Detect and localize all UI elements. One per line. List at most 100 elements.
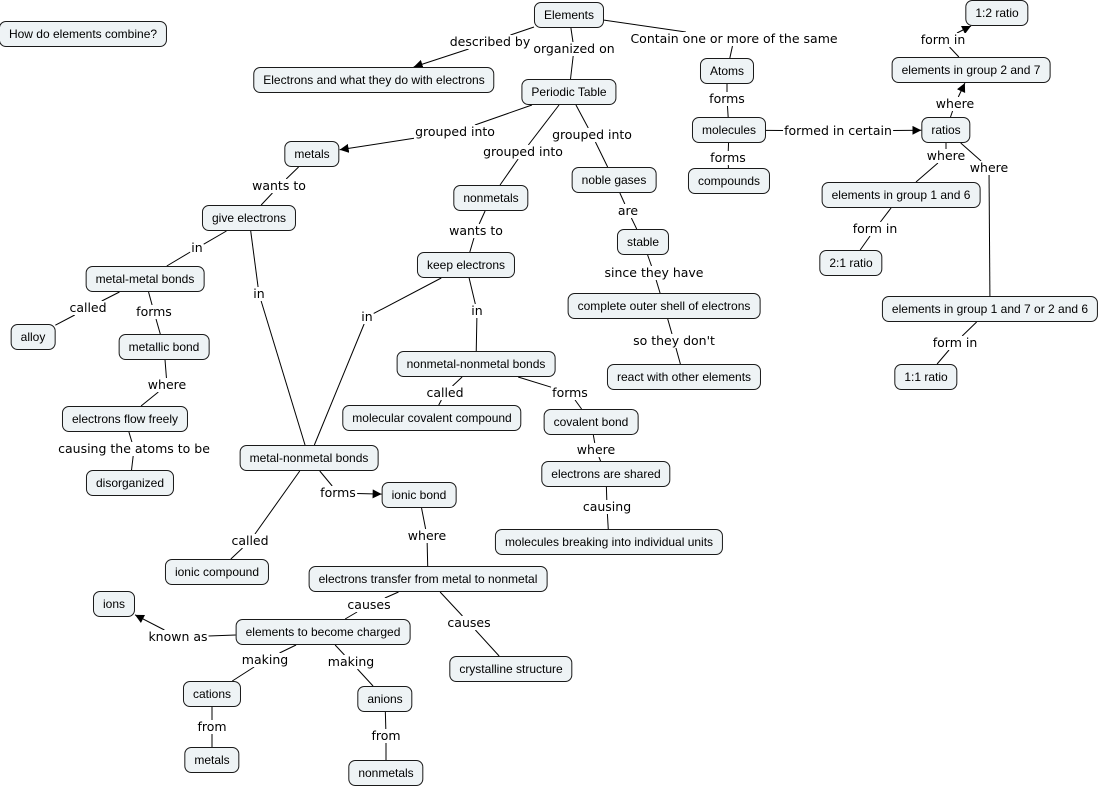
- node-metallic-bond[interactable]: metallic bond: [118, 334, 210, 360]
- link-line: [468, 277, 476, 305]
- link-label: described by: [448, 34, 532, 49]
- node-electrons-flow-freely[interactable]: electrons flow freely: [61, 406, 189, 432]
- node-metal-nonmetal-bonds[interactable]: metal-nonmetal bonds: [239, 445, 379, 471]
- link-label: where: [406, 528, 448, 543]
- link-line: [675, 347, 681, 365]
- node-compounds[interactable]: compounds: [687, 168, 771, 194]
- node-keep-electrons[interactable]: keep electrons: [416, 252, 516, 278]
- link-line: [208, 634, 236, 637]
- node-group-1-and-6[interactable]: elements in group 1 and 6: [821, 182, 981, 208]
- link-label: where: [934, 96, 976, 111]
- node-electrons-description[interactable]: Electrons and what they do with electron…: [253, 67, 495, 93]
- node-ratios[interactable]: ratios: [921, 117, 971, 143]
- node-ratio-2-1[interactable]: 2:1 ratio: [819, 250, 883, 276]
- node-molecules[interactable]: molecules: [691, 117, 767, 143]
- node-molecules-breaking-into-units[interactable]: molecules breaking into individual units: [494, 529, 724, 555]
- node-ratio-1-2[interactable]: 1:2 ratio: [965, 0, 1029, 26]
- link-label: form in: [931, 335, 979, 350]
- link-line: [517, 376, 552, 388]
- link-label: so they don't: [632, 333, 716, 348]
- link-arrow: [413, 48, 469, 69]
- link-line: [655, 279, 661, 294]
- node-ratio-1-1[interactable]: 1:1 ratio: [894, 364, 958, 390]
- link-line: [55, 314, 75, 326]
- node-how-do-elements-combine[interactable]: How do elements combine?: [0, 21, 168, 47]
- link-line: [729, 45, 733, 59]
- node-disorganized[interactable]: disorganized: [85, 470, 175, 496]
- link-label: where: [925, 148, 967, 163]
- node-nonmetals[interactable]: nonmetals: [453, 185, 529, 211]
- link-line: [203, 230, 227, 245]
- node-group-2-and-7[interactable]: elements in group 2 and 7: [891, 57, 1051, 83]
- node-atoms[interactable]: Atoms: [699, 58, 755, 84]
- link-label: causes: [446, 615, 492, 630]
- link-line: [474, 104, 533, 126]
- node-elements[interactable]: Elements: [533, 2, 605, 28]
- node-nonmetal-nonmetal-bonds[interactable]: nonmetal-nonmetal bonds: [396, 351, 556, 377]
- link-line: [421, 507, 427, 530]
- link-label: forms: [551, 385, 589, 400]
- node-complete-outer-shell[interactable]: complete outer shell of electrons: [567, 293, 761, 319]
- link-line: [230, 547, 243, 560]
- link-line: [131, 455, 134, 471]
- link-line: [166, 251, 191, 267]
- link-label: forms: [135, 304, 173, 319]
- link-line: [260, 300, 306, 446]
- node-covalent-bond[interactable]: covalent bond: [543, 409, 639, 435]
- link-label: in: [470, 303, 484, 318]
- node-metals-source[interactable]: metals: [184, 747, 240, 773]
- link-label: forms: [708, 91, 746, 106]
- node-crystalline-structure[interactable]: crystalline structure: [449, 656, 573, 682]
- node-elements-become-charged[interactable]: elements to become charged: [235, 619, 411, 645]
- link-line: [961, 321, 977, 337]
- link-label: grouped into: [551, 127, 633, 142]
- node-electrons-transfer[interactable]: electrons transfer from metal to nonmeta…: [308, 566, 548, 592]
- link-label: from: [196, 719, 228, 734]
- node-cations[interactable]: cations: [182, 681, 242, 707]
- node-noble-gases[interactable]: noble gases: [571, 167, 657, 193]
- link-line: [726, 105, 729, 118]
- link-line: [667, 318, 673, 335]
- link-label: causing: [581, 499, 633, 514]
- link-line: [250, 230, 259, 288]
- node-molecular-covalent-compound[interactable]: molecular covalent compound: [342, 405, 522, 431]
- node-give-electrons[interactable]: give electrons: [201, 205, 297, 231]
- link-label: causes: [346, 597, 392, 612]
- link-label: form in: [919, 32, 967, 47]
- link-line: [630, 217, 638, 230]
- link-label: in: [252, 286, 266, 301]
- node-ions[interactable]: ions: [92, 591, 136, 617]
- link-line: [915, 162, 939, 183]
- link-line: [988, 174, 991, 297]
- link-label: in: [360, 309, 374, 324]
- link-line: [859, 235, 871, 251]
- link-line: [570, 27, 574, 43]
- link-line: [155, 318, 161, 335]
- link-arrow: [134, 614, 165, 631]
- link-line: [140, 391, 159, 407]
- link-label: are: [616, 203, 640, 218]
- node-react-with-other-elements[interactable]: react with other elements: [606, 364, 762, 390]
- node-ionic-compound[interactable]: ionic compound: [164, 559, 270, 585]
- link-label: where: [575, 442, 617, 457]
- link-line: [574, 399, 582, 410]
- node-stable[interactable]: stable: [616, 229, 670, 255]
- node-alloy[interactable]: alloy: [10, 324, 56, 350]
- link-arrow: [956, 82, 966, 98]
- node-periodic-table[interactable]: Periodic Table: [521, 79, 617, 105]
- node-anions[interactable]: anions: [357, 686, 413, 712]
- node-electrons-are-shared[interactable]: electrons are shared: [541, 461, 671, 487]
- link-line: [570, 55, 574, 80]
- link-label: Contain one or more of the same: [629, 31, 839, 46]
- link-label: causing the atoms to be: [57, 441, 211, 456]
- node-ionic-bond[interactable]: ionic bond: [381, 482, 457, 508]
- link-label: wants to: [251, 178, 307, 193]
- node-metals[interactable]: metals: [284, 141, 340, 167]
- node-metal-metal-bonds[interactable]: metal-metal bonds: [85, 266, 205, 292]
- link-line: [469, 237, 475, 253]
- link-label: grouped into: [414, 124, 496, 139]
- node-group-1-7-or-2-6[interactable]: elements in group 1 and 7 or 2 and 6: [881, 296, 1099, 322]
- link-line: [344, 611, 358, 620]
- link-line: [260, 192, 273, 206]
- node-nonmetals-source[interactable]: nonmetals: [348, 760, 424, 786]
